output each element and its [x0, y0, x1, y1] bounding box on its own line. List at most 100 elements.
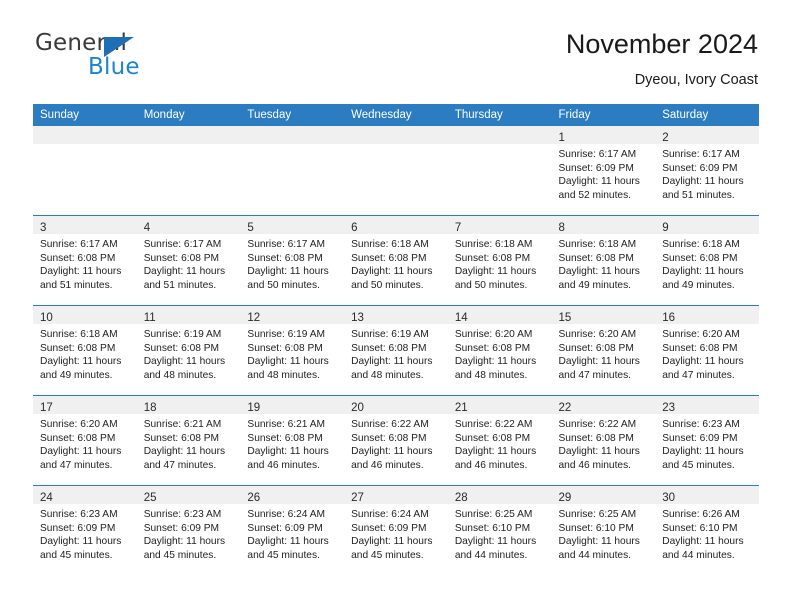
calendar-day-cell[interactable]: 10 Sunrise: 6:18 AM Sunset: 6:08 PM Dayligh… — [33, 305, 137, 396]
day-details: Sunrise: 6:20 AM Sunset: 6:08 PM Daylight:… — [552, 324, 656, 382]
day-number-band: 4 — [136, 216, 241, 234]
sunset-time: Sunset: 6:09 PM — [558, 162, 634, 174]
day-details: Sunrise: 6:25 AM Sunset: 6:10 PM Daylight:… — [448, 504, 552, 562]
day-number-band: 11 — [136, 306, 241, 324]
sunset-time: Sunset: 6:08 PM — [454, 252, 531, 264]
calendar-day-cell[interactable]: 4 Sunrise: 6:17 AM Sunset: 6:08 PM Daylight… — [136, 215, 241, 306]
sunrise-time: Sunrise: 6:25 AM — [558, 509, 637, 520]
calendar-day-cell[interactable]: 12 Sunrise: 6:19 AM Sunset: 6:08 PM Dayligh… — [240, 305, 345, 396]
day-details: Sunrise: 6:19 AM Sunset: 6:08 PM Daylight:… — [137, 324, 241, 382]
day-number-band — [344, 126, 448, 144]
calendar-day-cell[interactable]: 23 Sunrise: 6:23 AM Sunset: 6:09 PM Dayligh… — [655, 395, 759, 486]
day-number-band: 22 — [551, 396, 656, 414]
day-number: 15 — [558, 312, 572, 324]
day-details: Sunrise: 6:18 AM Sunset: 6:08 PM Daylight:… — [448, 234, 552, 292]
daylight-duration-line1: Daylight: 11 hours — [40, 266, 122, 278]
day-number-band: 18 — [136, 396, 241, 414]
sunrise-time: Sunrise: 6:17 AM — [662, 149, 740, 160]
calendar-day-cell[interactable]: 22 Sunrise: 6:22 AM Sunset: 6:08 PM Dayligh… — [551, 395, 656, 486]
day-details: Sunrise: 6:19 AM Sunset: 6:08 PM Daylight:… — [240, 324, 344, 382]
day-details: Sunrise: 6:24 AM Sunset: 6:09 PM Daylight:… — [344, 504, 448, 562]
daylight-duration-line1: Daylight: 11 hours — [662, 266, 744, 278]
calendar-day-cell[interactable]: 21 Sunrise: 6:22 AM Sunset: 6:08 PM Dayligh… — [447, 395, 552, 486]
calendar-day-cell-empty — [33, 126, 137, 216]
daylight-duration-line2: and 51 minutes. — [662, 189, 735, 201]
location-subtitle: Dyeou, Ivory Coast — [634, 72, 758, 88]
calendar-day-cell[interactable]: 15 Sunrise: 6:20 AM Sunset: 6:08 PM Dayligh… — [551, 305, 656, 396]
calendar-day-cell[interactable]: 27 Sunrise: 6:24 AM Sunset: 6:09 PM Dayligh… — [344, 485, 448, 575]
calendar-day-cell[interactable]: 2 Sunrise: 6:17 AM Sunset: 6:09 PM Daylight… — [655, 126, 759, 216]
day-number-band: 25 — [136, 486, 241, 504]
calendar-day-cell[interactable]: 6 Sunrise: 6:18 AM Sunset: 6:08 PM Daylight… — [344, 215, 448, 306]
day-details: Sunrise: 6:17 AM Sunset: 6:09 PM Daylight:… — [655, 144, 759, 202]
sunset-time: Sunset: 6:08 PM — [662, 252, 738, 264]
daylight-duration-line1: Daylight: 11 hours — [247, 446, 329, 458]
calendar-day-cell[interactable]: 18 Sunrise: 6:21 AM Sunset: 6:08 PM Dayligh… — [136, 395, 241, 486]
page-header: General Blue November 2024 Dyeou, Ivory … — [33, 28, 758, 100]
calendar-day-cell[interactable]: 17 Sunrise: 6:20 AM Sunset: 6:08 PM Dayligh… — [33, 395, 137, 486]
general-blue-logo[interactable]: General Blue — [33, 28, 233, 90]
day-number: 8 — [558, 222, 565, 234]
daylight-duration-line2: and 48 minutes. — [143, 369, 217, 381]
sunrise-time: Sunrise: 6:21 AM — [247, 419, 325, 430]
calendar-day-cell[interactable]: 24 Sunrise: 6:23 AM Sunset: 6:09 PM Dayligh… — [33, 485, 137, 575]
calendar-day-cell[interactable]: 19 Sunrise: 6:21 AM Sunset: 6:08 PM Dayligh… — [240, 395, 345, 486]
calendar-day-cell[interactable]: 13 Sunrise: 6:19 AM Sunset: 6:08 PM Dayligh… — [344, 305, 448, 396]
calendar-day-cell[interactable]: 5 Sunrise: 6:17 AM Sunset: 6:08 PM Daylight… — [240, 215, 345, 306]
daylight-duration-line2: and 46 minutes. — [247, 459, 320, 471]
calendar-day-cell[interactable]: 26 Sunrise: 6:24 AM Sunset: 6:09 PM Dayligh… — [240, 485, 345, 575]
calendar-day-cell-empty — [136, 126, 241, 216]
sunset-time: Sunset: 6:08 PM — [454, 432, 531, 444]
calendar-day-cell[interactable]: 30 Sunrise: 6:26 AM Sunset: 6:10 PM Dayligh… — [655, 485, 759, 575]
day-details: Sunrise: 6:21 AM Sunset: 6:08 PM Daylight:… — [240, 414, 344, 472]
calendar-day-cell[interactable]: 29 Sunrise: 6:25 AM Sunset: 6:10 PM Dayligh… — [551, 485, 656, 575]
day-number-band: 13 — [344, 306, 448, 324]
daylight-duration-line1: Daylight: 11 hours — [662, 176, 744, 188]
day-number: 1 — [558, 132, 565, 144]
sunset-time: Sunset: 6:10 PM — [558, 522, 634, 534]
sunset-time: Sunset: 6:08 PM — [662, 342, 738, 354]
weekday-header-thursday: Thursday — [447, 104, 552, 126]
calendar-day-cell-empty — [447, 126, 552, 216]
weekday-header-row: Sunday Monday Tuesday Wednesday Thursday… — [33, 104, 759, 126]
logo-text-blue: Blue — [88, 54, 140, 80]
daylight-duration-line1: Daylight: 11 hours — [662, 356, 744, 368]
sunset-time: Sunset: 6:09 PM — [351, 522, 427, 534]
calendar-day-cell[interactable]: 11 Sunrise: 6:19 AM Sunset: 6:08 PM Dayligh… — [136, 305, 241, 396]
calendar-day-cell[interactable]: 14 Sunrise: 6:20 AM Sunset: 6:08 PM Dayligh… — [447, 305, 552, 396]
day-details: Sunrise: 6:18 AM Sunset: 6:08 PM Daylight:… — [552, 234, 656, 292]
weekday-header-friday: Friday — [551, 104, 656, 126]
day-number: 11 — [143, 312, 156, 324]
calendar-day-cell[interactable]: 9 Sunrise: 6:18 AM Sunset: 6:08 PM Daylight… — [655, 215, 759, 306]
calendar-day-cell[interactable]: 20 Sunrise: 6:22 AM Sunset: 6:08 PM Dayligh… — [344, 395, 448, 486]
calendar-day-cell[interactable]: 16 Sunrise: 6:20 AM Sunset: 6:08 PM Dayligh… — [655, 305, 759, 396]
sunrise-time: Sunrise: 6:18 AM — [454, 239, 533, 250]
weekday-header-tuesday: Tuesday — [240, 104, 345, 126]
day-details: Sunrise: 6:22 AM Sunset: 6:08 PM Daylight:… — [344, 414, 448, 472]
calendar-week-row: 1 Sunrise: 6:17 AM Sunset: 6:09 PM Daylight… — [33, 126, 759, 216]
calendar-day-cell[interactable]: 1 Sunrise: 6:17 AM Sunset: 6:09 PM Daylight… — [551, 126, 656, 216]
sunrise-time: Sunrise: 6:19 AM — [351, 329, 429, 340]
daylight-duration-line2: and 50 minutes. — [247, 279, 320, 291]
sunrise-time: Sunrise: 6:17 AM — [247, 239, 325, 250]
day-number-band: 2 — [655, 126, 759, 144]
calendar-day-cell[interactable]: 25 Sunrise: 6:23 AM Sunset: 6:09 PM Dayligh… — [136, 485, 241, 575]
sunset-time: Sunset: 6:08 PM — [247, 252, 323, 264]
day-details: Sunrise: 6:20 AM Sunset: 6:08 PM Daylight:… — [448, 324, 552, 382]
sunrise-time: Sunrise: 6:24 AM — [247, 509, 325, 520]
day-number: 6 — [351, 222, 358, 234]
daylight-duration-line2: and 45 minutes. — [662, 459, 735, 471]
daylight-duration-line1: Daylight: 11 hours — [662, 536, 744, 548]
daylight-duration-line2: and 46 minutes. — [558, 459, 632, 471]
sunset-time: Sunset: 6:09 PM — [143, 522, 220, 534]
calendar-day-cell[interactable]: 28 Sunrise: 6:25 AM Sunset: 6:10 PM Dayligh… — [447, 485, 552, 575]
calendar-day-cell[interactable]: 3 Sunrise: 6:17 AM Sunset: 6:08 PM Daylight… — [33, 215, 137, 306]
day-number-band: 1 — [551, 126, 656, 144]
day-number: 22 — [558, 402, 572, 414]
day-details: Sunrise: 6:17 AM Sunset: 6:08 PM Daylight:… — [240, 234, 344, 292]
calendar-day-cell[interactable]: 8 Sunrise: 6:18 AM Sunset: 6:08 PM Daylight… — [551, 215, 656, 306]
sunrise-time: Sunrise: 6:18 AM — [351, 239, 429, 250]
calendar-day-cell[interactable]: 7 Sunrise: 6:18 AM Sunset: 6:08 PM Daylight… — [447, 215, 552, 306]
sunrise-time: Sunrise: 6:19 AM — [247, 329, 325, 340]
daylight-duration-line1: Daylight: 11 hours — [351, 536, 433, 548]
